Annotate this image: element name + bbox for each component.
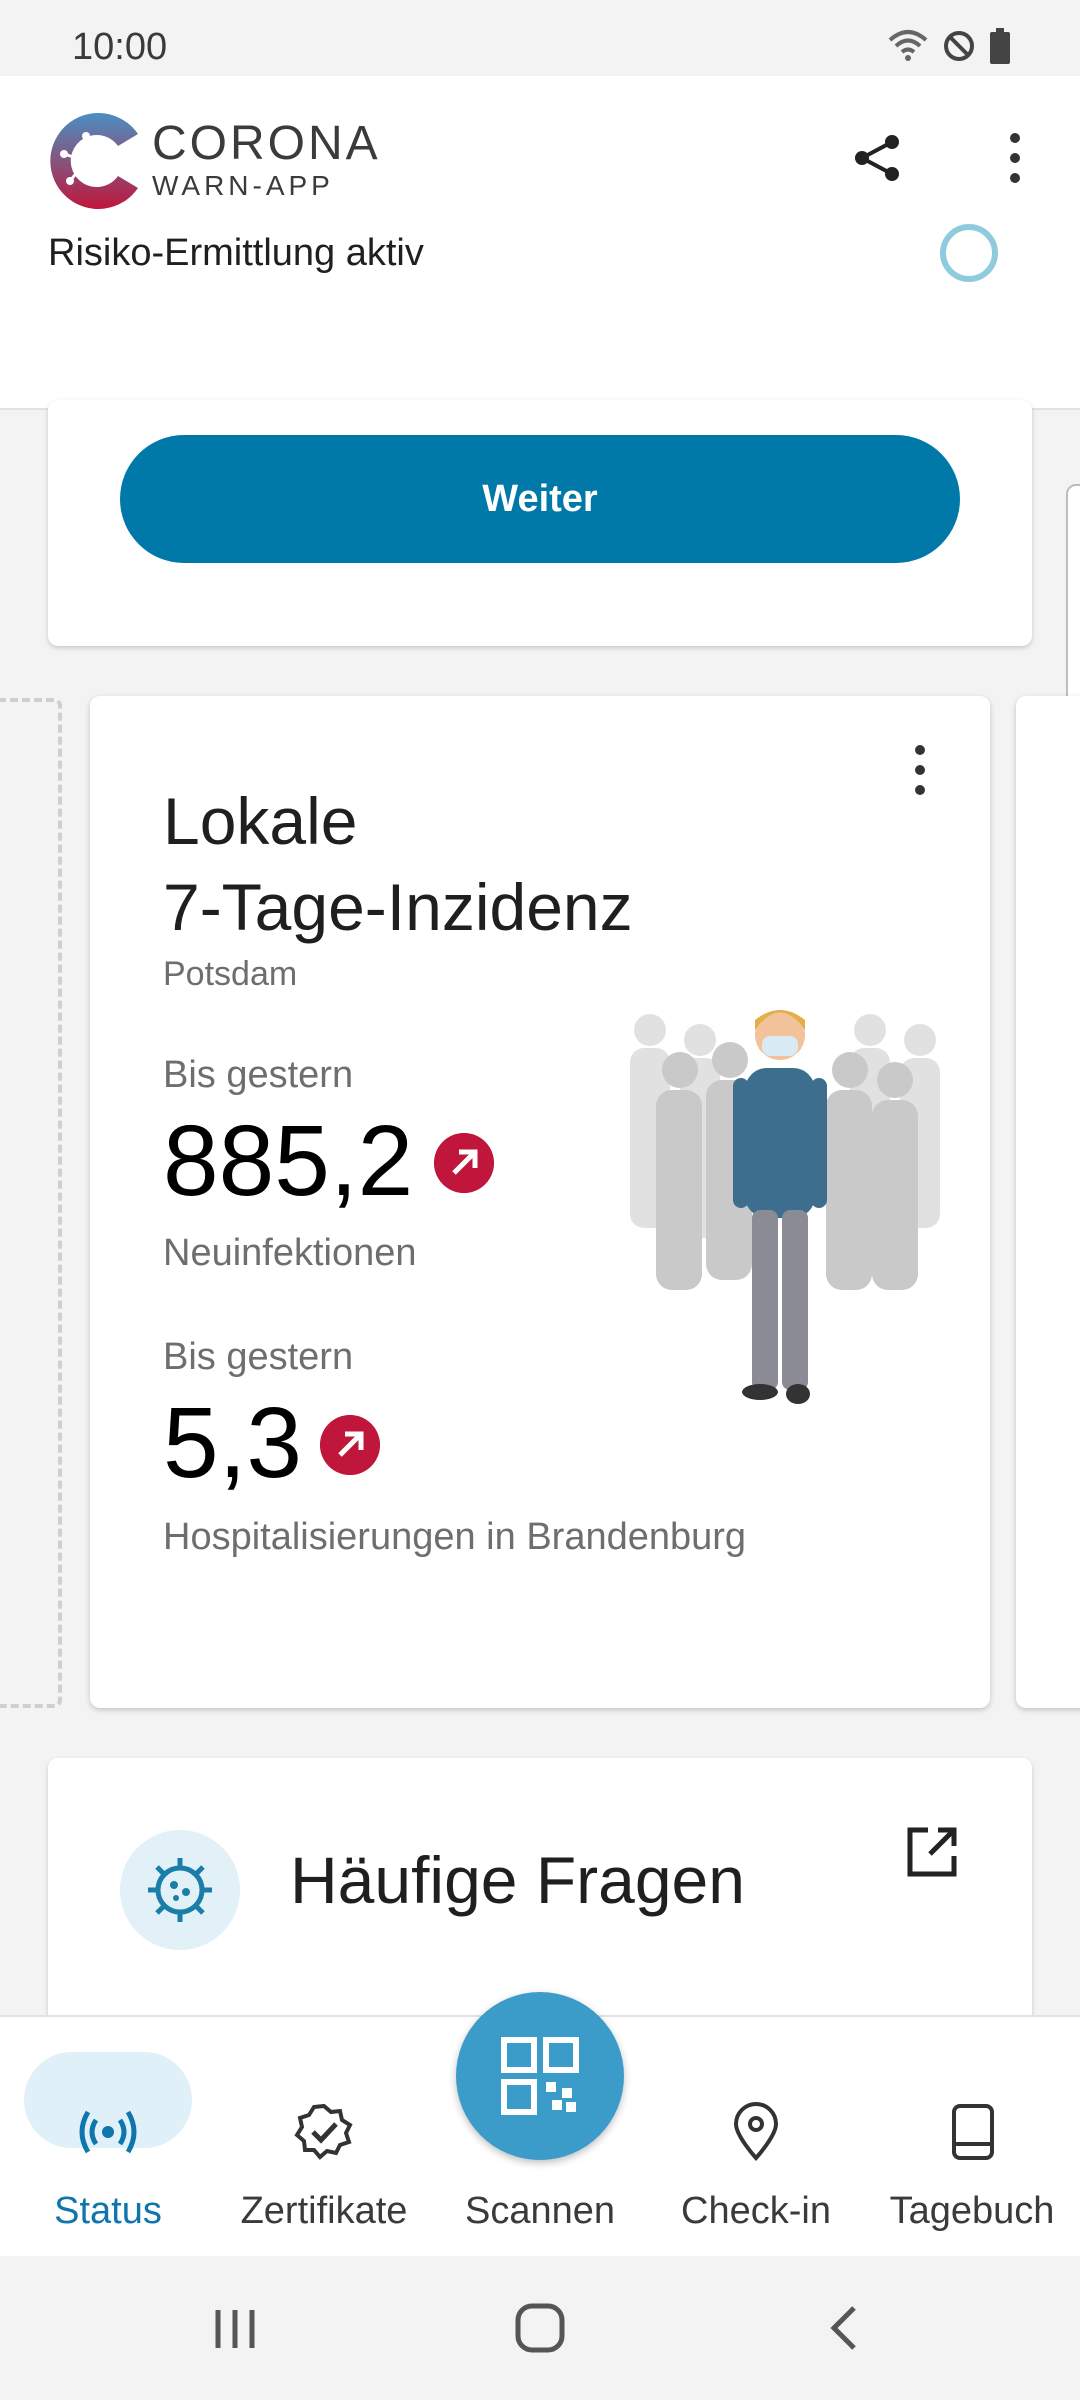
crowd-illustration — [630, 1010, 940, 1404]
app-header: CORONA WARN-APP Risiko-Ermittlung aktiv — [0, 76, 1080, 410]
hospitalizations-description: Hospitalisierungen in Brandenburg — [163, 1516, 747, 1558]
incidence-title: Lokale 7-Tage-Inzidenz — [163, 784, 633, 944]
certificate-icon — [294, 2103, 353, 2160]
nav-item-checkin[interactable]: Check-in — [648, 2040, 864, 2240]
location-pin-icon — [733, 2102, 779, 2161]
nav-item-diary[interactable]: Tagebuch — [864, 2040, 1080, 2240]
share-icon[interactable] — [848, 128, 908, 188]
status-icon — [79, 2110, 137, 2154]
nav-label-diary: Tagebuch — [889, 2190, 1055, 2232]
infections-description: Neuinfektionen — [163, 1232, 417, 1274]
battery-icon — [990, 28, 1010, 64]
infections-value: 885,2 — [163, 1105, 414, 1217]
next-incidence-card-peek[interactable] — [1016, 696, 1080, 1708]
nav-label-status: Status — [54, 2190, 162, 2232]
status-icons — [888, 28, 1010, 64]
trend-up-icon — [434, 1133, 494, 1193]
incidence-location: Potsdam — [163, 955, 298, 993]
back-icon[interactable] — [820, 2302, 870, 2354]
nav-item-scan[interactable]: Scannen — [432, 2040, 648, 2240]
hospitalizations-period-label: Bis gestern — [163, 1336, 354, 1378]
nav-label-checkin: Check-in — [681, 2190, 831, 2232]
home-icon[interactable] — [514, 2302, 566, 2354]
more-options-icon[interactable] — [985, 128, 1045, 188]
corona-warn-app-logo — [50, 113, 139, 209]
trend-up-icon — [320, 1415, 380, 1475]
logo-title: CORONA — [152, 117, 381, 170]
nav-item-certificates[interactable]: Zertifikate — [216, 2040, 432, 2240]
nav-item-status[interactable]: Status — [0, 2040, 216, 2240]
nav-label-scan: Scannen — [464, 2190, 615, 2232]
do-not-disturb-icon — [944, 31, 974, 61]
faq-title: Häufige Fragen — [290, 1843, 745, 1917]
system-navigation-bar — [0, 2256, 1080, 2400]
previous-card-placeholder — [0, 698, 62, 1708]
logo-subtitle: WARN-APP — [152, 170, 334, 201]
status-time: 10:00 — [72, 26, 168, 68]
continue-button[interactable]: Weiter — [120, 435, 960, 563]
infections-period-label: Bis gestern — [163, 1054, 354, 1096]
risk-detection-spinner — [940, 224, 998, 282]
nav-label-certificates: Zertifikate — [240, 2190, 408, 2232]
risk-detection-label: Risiko-Ermittlung aktiv — [48, 232, 424, 274]
card-options-icon[interactable] — [890, 740, 950, 800]
external-link-icon[interactable] — [900, 1820, 964, 1884]
recent-apps-icon[interactable] — [210, 2304, 260, 2354]
hospitalizations-value: 5,3 — [163, 1387, 303, 1499]
diary-icon — [952, 2104, 994, 2160]
wifi-icon — [888, 30, 928, 61]
virus-icon — [120, 1830, 240, 1950]
